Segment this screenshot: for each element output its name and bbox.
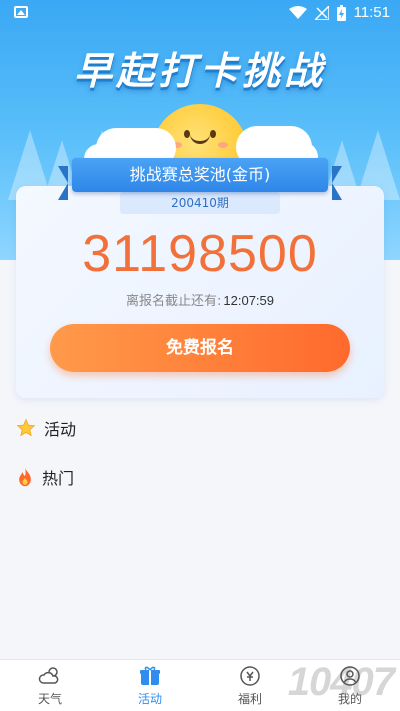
section-hot: 热门 xyxy=(16,465,74,489)
pool-amount: 31198500 xyxy=(82,225,318,283)
prize-pool-card: 200410期 31198500 离报名截止还有: 12:07:59 免费报名 xyxy=(16,186,384,398)
weather-icon xyxy=(38,667,59,684)
clock: 11:51 xyxy=(353,4,390,21)
signal-icon xyxy=(314,5,329,20)
nav-activity[interactable]: 活动 xyxy=(100,660,200,711)
prize-pool-ribbon: 挑战赛总奖池(金币) xyxy=(58,158,342,200)
status-bar: 11:51 xyxy=(0,0,400,26)
image-notification-icon xyxy=(14,6,28,18)
gift-icon xyxy=(140,666,160,685)
wifi-icon xyxy=(288,5,307,19)
free-signup-button[interactable]: 免费报名 xyxy=(50,324,350,372)
section-activity: 活动 xyxy=(16,416,76,440)
coin-icon xyxy=(240,666,260,686)
nav-label: 活动 xyxy=(137,692,162,706)
flame-icon xyxy=(19,467,31,487)
nav-welfare[interactable]: 福利 xyxy=(200,660,300,711)
countdown-timer: 12:07:59 xyxy=(223,293,274,308)
nav-label: 福利 xyxy=(237,692,262,706)
star-icon xyxy=(16,418,36,437)
deadline-label: 离报名截止还有: xyxy=(126,294,222,309)
nav-label: 天气 xyxy=(37,692,62,706)
deadline-text: 离报名截止还有: 12:07:59 xyxy=(16,290,384,309)
section-title: 活动 xyxy=(44,420,77,439)
nav-weather[interactable]: 天气 xyxy=(0,660,100,711)
battery-icon xyxy=(336,4,346,21)
watermark: 10407 xyxy=(287,660,395,704)
section-title: 热门 xyxy=(42,469,75,488)
period-badge: 200410期 xyxy=(120,192,280,214)
page-title: 早起打卡挑战 xyxy=(73,49,326,93)
